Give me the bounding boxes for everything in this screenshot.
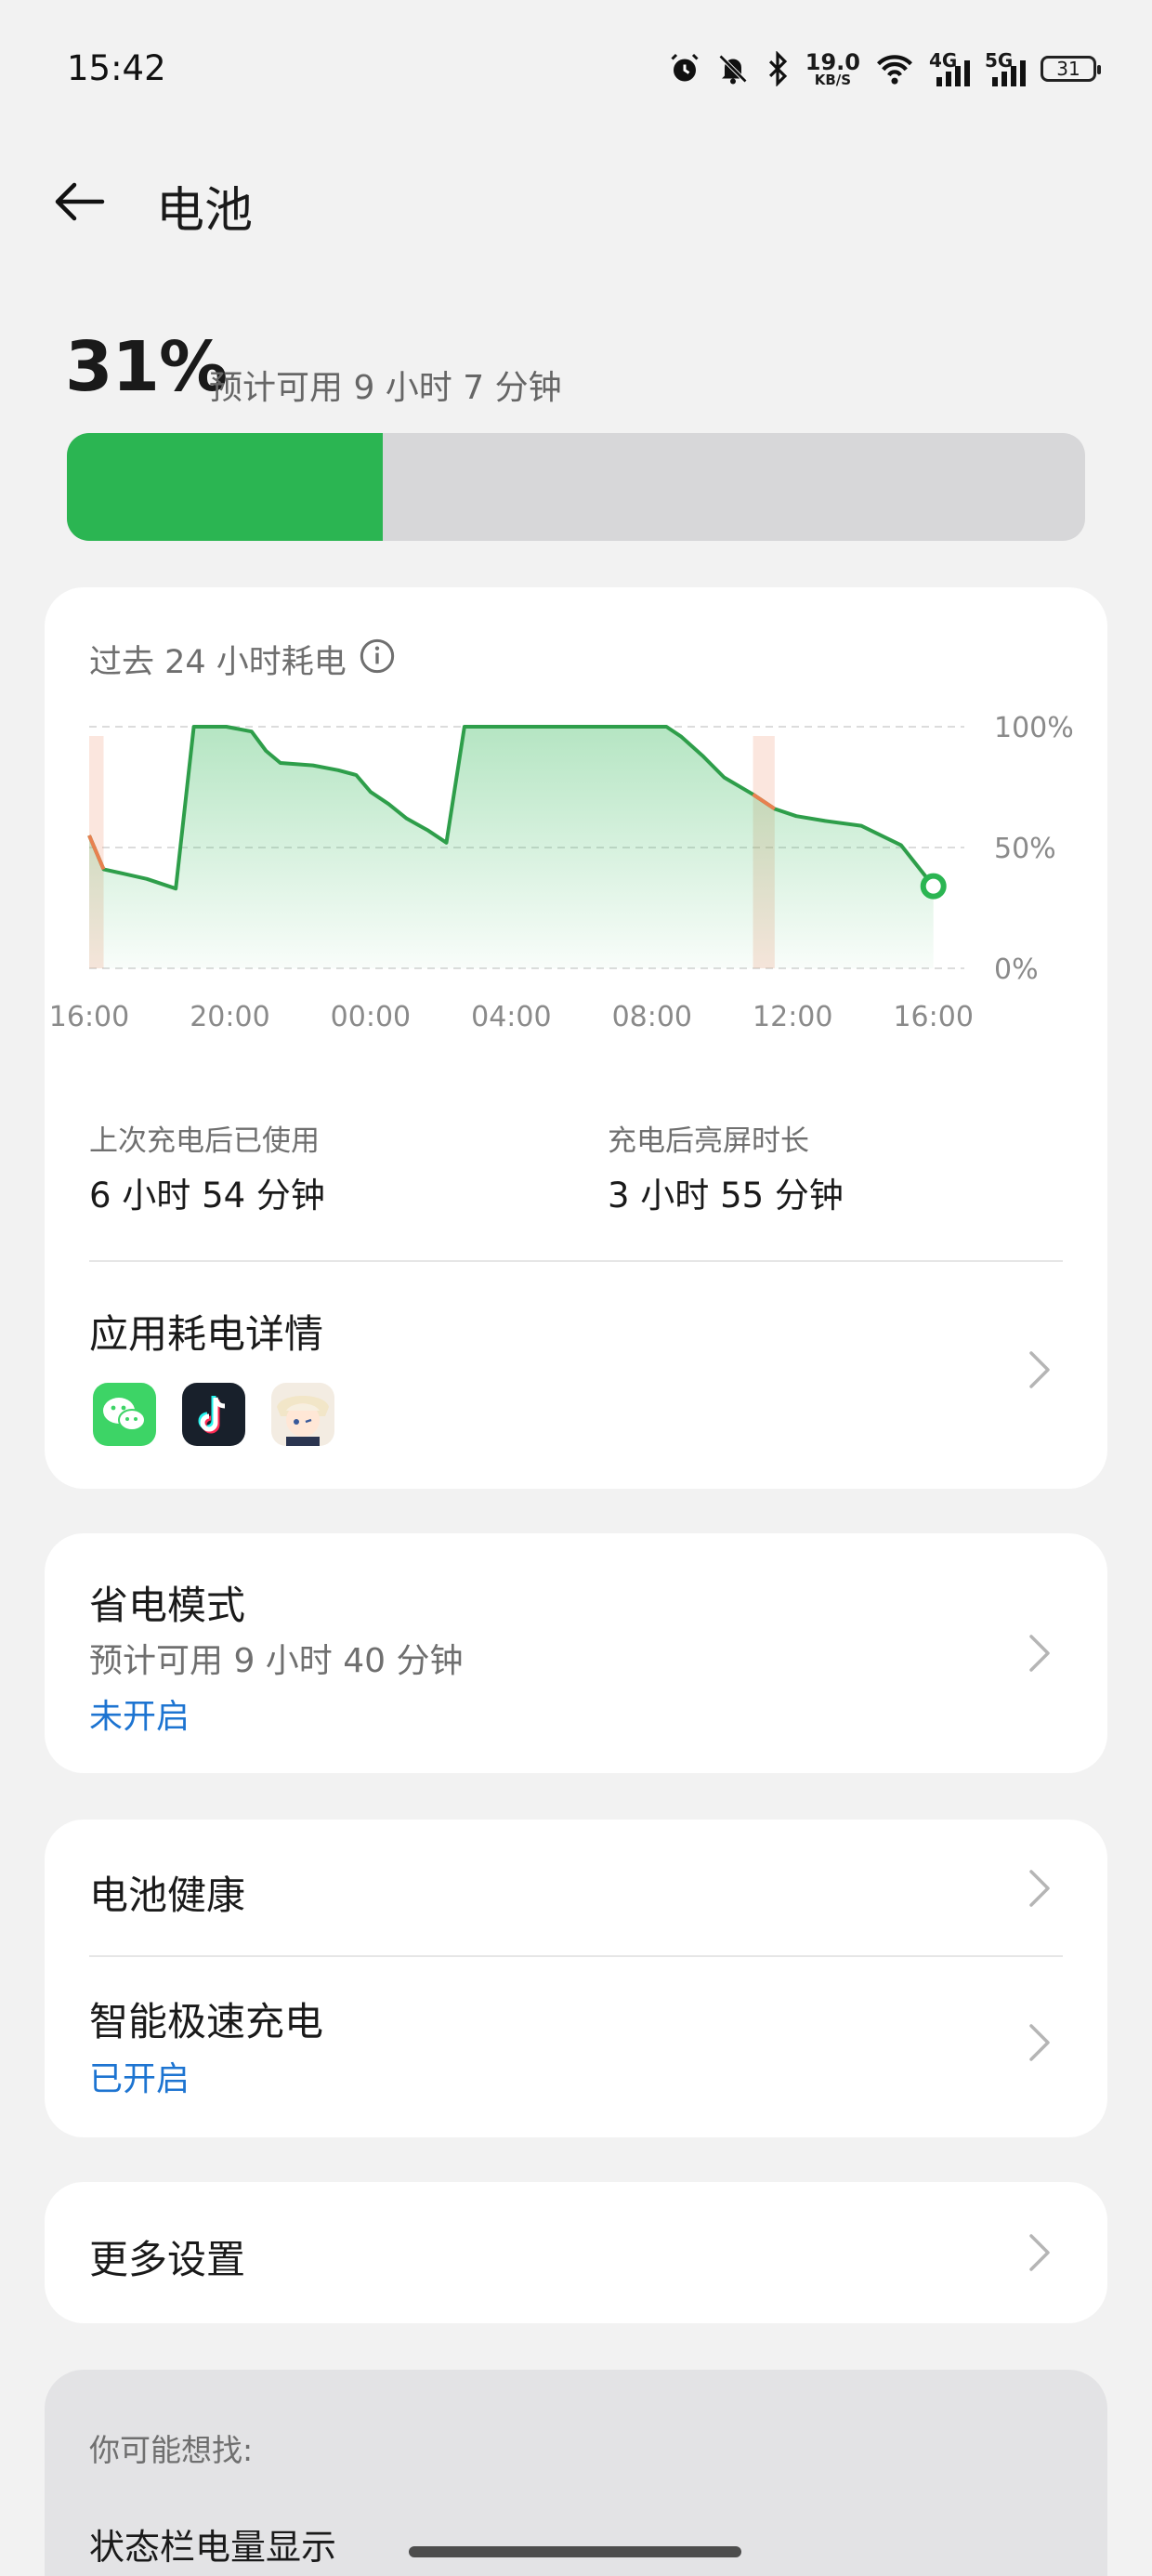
power-saving-estimate: 预计可用 9 小时 40 分钟	[89, 1642, 464, 1680]
battery-percent: 31%	[65, 327, 228, 407]
battery-health-title: 电池健康	[89, 1873, 246, 1918]
status-icons: 19.0 KB/S 4G 5G 31	[668, 43, 1101, 95]
x-tick-label: 08:00	[612, 1001, 692, 1033]
chart-area	[89, 727, 934, 968]
battery-level: 31	[1056, 58, 1080, 80]
x-tick-label: 12:00	[753, 1001, 832, 1033]
stat-used-value: 6 小时 54 分钟	[89, 1176, 325, 1216]
mute-icon	[718, 54, 747, 85]
wechat-app-icon	[93, 1383, 156, 1446]
y-tick-label: 50%	[994, 833, 1056, 865]
tiktok-app-icon	[182, 1383, 245, 1446]
battery-icon: 31	[1041, 56, 1101, 82]
more-settings-title: 更多设置	[89, 2237, 246, 2282]
network-speed: 19.0 KB/S	[805, 51, 860, 87]
game-app-icon	[271, 1383, 334, 1446]
power-saving-row[interactable]: 省电模式 预计可用 9 小时 40 分钟 未开启	[45, 1533, 1107, 1773]
more-settings-row[interactable]: 更多设置	[45, 2182, 1107, 2323]
power-saving-title: 省电模式	[89, 1583, 246, 1628]
x-tick-label: 00:00	[331, 1001, 411, 1033]
x-tick-label: 16:00	[49, 1001, 129, 1033]
stat-screen-label: 充电后亮屏时长	[608, 1124, 809, 1158]
usage-card: 过去 24 小时耗电 100% 50% 0% 16:00 20:00 00:00 04:0…	[45, 587, 1107, 1489]
wifi-icon	[877, 55, 912, 85]
network-speed-unit: KB/S	[814, 71, 852, 88]
page-title: 电池	[156, 183, 254, 239]
signal-4g: 4G	[929, 51, 970, 86]
chevron-right-icon	[1029, 1635, 1050, 1672]
app-usage-details-title: 应用耗电详情	[89, 1311, 324, 1357]
battery-level-bar-fill	[67, 433, 383, 541]
info-icon[interactable]	[359, 637, 396, 675]
y-tick-label: 0%	[994, 953, 1039, 986]
smart-fast-charge-title: 智能极速充电	[89, 1999, 324, 2044]
bluetooth-icon	[768, 51, 787, 86]
y-tick-label: 100%	[994, 712, 1074, 744]
x-tick-label: 16:00	[893, 1001, 973, 1033]
signal-5g: 5G	[985, 51, 1026, 86]
suggestion-item[interactable]: 状态栏电量显示	[89, 2518, 336, 2569]
signal-icon	[936, 60, 970, 86]
chevron-right-icon	[1029, 2234, 1050, 2271]
x-tick-label: 20:00	[190, 1001, 269, 1033]
usage-chart: 100% 50% 0% 16:00 20:00 00:00 04:00 08:00 12:00…	[49, 712, 1074, 1033]
battery-health-row[interactable]: 电池健康	[45, 1820, 1107, 1955]
stat-screen-value: 3 小时 55 分钟	[608, 1176, 844, 1216]
app-usage-details-row[interactable]: 应用耗电详情	[45, 1262, 1107, 1489]
battery-level-bar	[67, 433, 1085, 541]
chevron-right-icon	[1029, 1870, 1050, 1907]
smart-fast-charge-row[interactable]: 智能极速充电 已开启	[45, 1957, 1107, 2137]
usage-title: 过去 24 小时耗电	[89, 644, 347, 681]
alarm-icon	[671, 53, 699, 82]
suggestions-heading: 你可能想找:	[89, 2432, 254, 2468]
stat-used-label: 上次充电后已使用	[89, 1124, 320, 1158]
power-saving-status: 未开启	[89, 1698, 190, 1736]
back-button[interactable]	[46, 173, 111, 230]
x-tick-label: 04:00	[471, 1001, 551, 1033]
chevron-right-icon	[1029, 2024, 1050, 2061]
chevron-right-icon	[1029, 1351, 1050, 1388]
signal-icon	[992, 60, 1026, 86]
battery-estimate: 预计可用 9 小时 7 分钟	[209, 369, 562, 407]
status-time: 15:42	[67, 48, 166, 88]
arrow-left-icon	[55, 182, 105, 221]
network-speed-value: 19.0	[805, 48, 860, 75]
chart-current-point	[920, 873, 947, 900]
suggestions-card: 你可能想找: 状态栏电量显示	[45, 2370, 1107, 2576]
home-indicator[interactable]	[409, 2546, 741, 2557]
smart-fast-charge-status: 已开启	[89, 2060, 190, 2098]
battery-settings-card: 电池健康 智能极速充电 已开启	[45, 1820, 1107, 2137]
